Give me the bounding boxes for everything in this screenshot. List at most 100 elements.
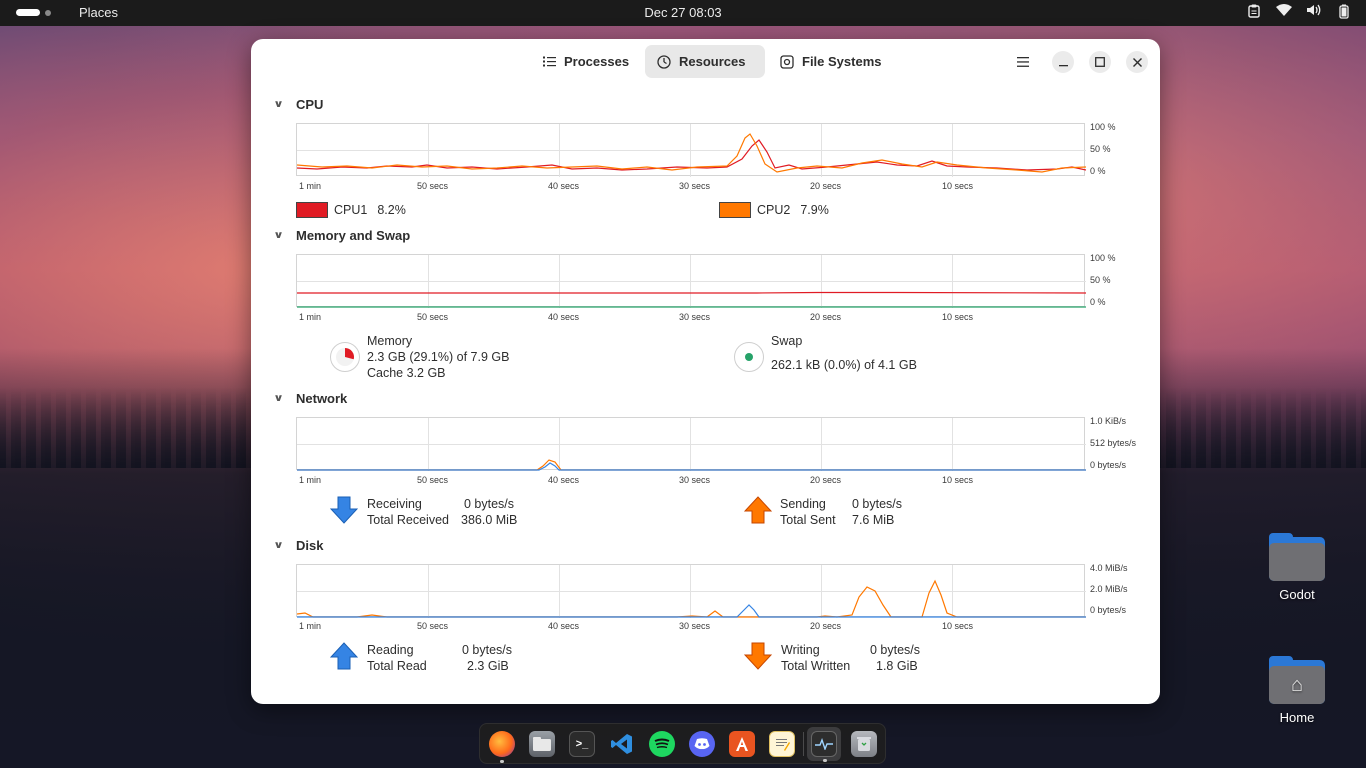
disk-y-axis: 4.0 MiB/s 2.0 MiB/s 0 bytes/s — [1090, 563, 1160, 617]
total-read-value: 2.3 GiB — [467, 659, 509, 673]
y-label: 0 bytes/s — [1090, 605, 1127, 615]
wifi-icon[interactable] — [1276, 4, 1292, 20]
dock-separator — [803, 732, 804, 756]
files-icon[interactable] — [529, 731, 555, 757]
cpu2-legend[interactable]: CPU2 7.9% — [719, 202, 829, 218]
memory-pie-button[interactable] — [330, 342, 360, 372]
receiving-stats: Receiving 0 bytes/s Total Received 386.0 M… — [367, 496, 517, 528]
sending-arrow-icon[interactable] — [744, 496, 772, 524]
receiving-label: Receiving — [367, 497, 422, 511]
list-icon — [542, 55, 556, 69]
section-network-title: Network — [296, 391, 348, 406]
gauge-icon — [657, 54, 671, 69]
chevron-down-icon: ∨ — [273, 99, 284, 110]
discord-icon[interactable] — [689, 731, 715, 757]
network-y-axis: 1.0 KiB/s 512 bytes/s 0 bytes/s — [1090, 416, 1160, 470]
y-label: 2.0 MiB/s — [1090, 584, 1128, 594]
y-label: 512 bytes/s — [1090, 438, 1137, 448]
dock: >_ — [479, 723, 886, 764]
memory-stats: Memory 2.3 GB (29.1%) of 7.9 GB Cache 3.… — [367, 333, 509, 381]
tab-processes[interactable]: Processes — [530, 45, 641, 78]
tab-resources-label: Resources — [679, 54, 746, 69]
disk-icon — [780, 54, 794, 69]
text-editor-icon[interactable] — [769, 731, 795, 757]
reading-arrow-icon[interactable] — [330, 642, 358, 670]
x-label: 20 secs — [810, 181, 842, 191]
maximize-button[interactable] — [1089, 51, 1111, 73]
reading-stats: Reading 0 bytes/s Total Read 2.3 GiB — [367, 642, 512, 674]
terminal-icon[interactable]: >_ — [569, 731, 595, 757]
cpu-x-axis: 1 min 50 secs 40 secs 30 secs 20 secs 10… — [296, 181, 1096, 193]
minimize-button[interactable] — [1052, 51, 1074, 73]
x-label: 40 secs — [548, 621, 580, 631]
spotify-icon[interactable] — [649, 731, 675, 757]
cpu1-legend[interactable]: CPU1 8.2% — [296, 202, 406, 218]
tab-file-systems[interactable]: File Systems — [768, 45, 894, 78]
desktop-folder-godot[interactable]: Godot — [1262, 533, 1332, 602]
section-disk-header[interactable]: ∨ Disk — [273, 538, 323, 553]
cpu-graph — [296, 123, 1086, 177]
cpu2-label: CPU2 — [757, 203, 791, 217]
cpu2-color-swatch[interactable] — [719, 202, 751, 218]
memory-graph — [296, 254, 1086, 308]
memory-cache: Cache 3.2 GB — [367, 366, 446, 380]
volume-icon[interactable] — [1306, 4, 1322, 20]
y-label: 50 % — [1090, 144, 1111, 154]
section-network-header[interactable]: ∨ Network — [273, 391, 348, 406]
tab-file-systems-label: File Systems — [802, 54, 882, 69]
system-tray[interactable] — [1246, 4, 1352, 20]
y-label: 100 % — [1090, 253, 1116, 263]
sending-stats: Sending 0 bytes/s Total Sent 7.6 MiB — [780, 496, 902, 528]
tab-resources[interactable]: Resources — [645, 45, 765, 78]
x-label: 50 secs — [417, 312, 449, 322]
y-label: 0 % — [1090, 297, 1106, 307]
network-x-axis: 1 min 50 secs 40 secs 30 secs 20 secs 10… — [296, 475, 1096, 487]
top-bar: Places Dec 27 08:03 — [0, 0, 1366, 26]
x-label: 50 secs — [417, 621, 449, 631]
firefox-icon[interactable] — [489, 731, 515, 763]
x-label: 1 min — [299, 312, 322, 322]
clipboard-icon[interactable] — [1246, 4, 1262, 20]
x-label: 20 secs — [810, 621, 842, 631]
battery-icon[interactable] — [1336, 4, 1352, 20]
chevron-down-icon: ∨ — [273, 230, 284, 241]
desktop-folder-label: Home — [1279, 710, 1315, 725]
cpu1-label: CPU1 — [334, 203, 368, 217]
x-label: 30 secs — [679, 181, 711, 191]
memory-y-axis: 100 % 50 % 0 % — [1090, 253, 1160, 307]
main-menu-button[interactable] — [1012, 51, 1034, 73]
writing-arrow-icon[interactable] — [744, 642, 772, 670]
y-label: 50 % — [1090, 275, 1111, 285]
system-monitor-icon[interactable] — [811, 731, 837, 762]
section-cpu-header[interactable]: ∨ CPU — [273, 97, 323, 112]
desktop-folder-home[interactable]: ⌂ Home — [1262, 656, 1332, 725]
section-memory-title: Memory and Swap — [296, 228, 411, 243]
receiving-arrow-icon[interactable] — [330, 496, 358, 524]
trash-icon[interactable] — [851, 731, 877, 757]
memory-label: Memory — [367, 334, 413, 348]
cpu1-color-swatch[interactable] — [296, 202, 328, 218]
writing-label: Writing — [781, 643, 820, 657]
chevron-down-icon: ∨ — [273, 540, 284, 551]
x-label: 40 secs — [548, 475, 580, 485]
x-label: 1 min — [299, 181, 322, 191]
swap-usage: 262.1 kB (0.0%) of 4.1 GB — [771, 358, 917, 372]
swap-stats: Swap 262.1 kB (0.0%) of 4.1 GB — [771, 333, 917, 373]
maximize-icon — [1095, 55, 1105, 70]
total-sent-label: Total Sent — [780, 513, 836, 527]
x-label: 10 secs — [942, 475, 974, 485]
close-button[interactable] — [1126, 51, 1148, 73]
writing-value: 0 bytes/s — [870, 643, 921, 657]
sending-label: Sending — [780, 497, 826, 511]
app-center-icon[interactable] — [729, 731, 755, 757]
swap-pie-button[interactable] — [734, 342, 764, 372]
clock[interactable]: Dec 27 08:03 — [0, 5, 1366, 20]
section-memory-header[interactable]: ∨ Memory and Swap — [273, 228, 411, 243]
vscode-icon[interactable] — [609, 731, 635, 757]
network-graph — [296, 417, 1086, 471]
memory-pie-chart — [336, 348, 354, 366]
total-written-label: Total Written — [781, 659, 851, 673]
y-label: 0 % — [1090, 166, 1106, 176]
tab-processes-label: Processes — [564, 54, 630, 69]
system-monitor-window: Processes Resources File Systems ∨ CPU 1… — [251, 39, 1160, 704]
